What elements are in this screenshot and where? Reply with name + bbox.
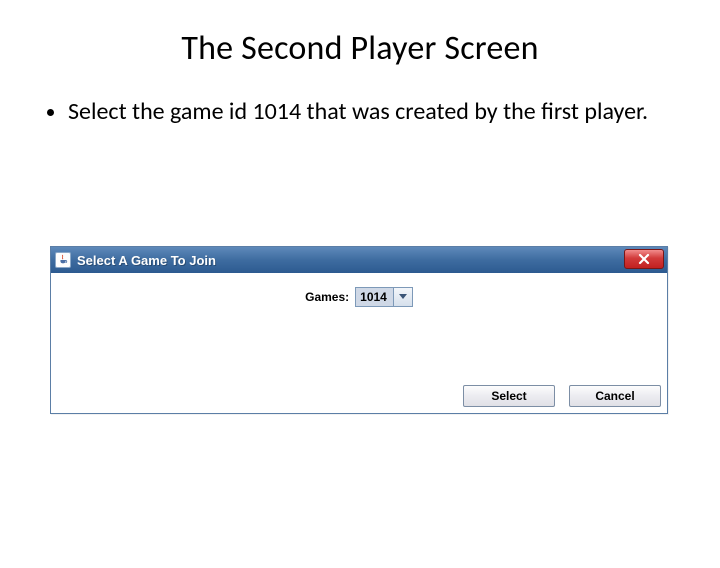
games-row: Games: 1014	[51, 287, 667, 307]
games-label: Games:	[305, 290, 349, 304]
close-button[interactable]	[624, 249, 664, 269]
slide-body: Select the game id 1014 that was created…	[40, 97, 680, 127]
close-icon	[638, 253, 650, 265]
dialog-title: Select A Game To Join	[77, 253, 216, 268]
dialog-client-area: Games: 1014 Select Cancel	[51, 273, 667, 413]
slide-title: The Second Player Screen	[0, 28, 720, 69]
cancel-button[interactable]: Cancel	[569, 385, 661, 407]
select-button[interactable]: Select	[463, 385, 555, 407]
slide-bullet: Select the game id 1014 that was created…	[68, 97, 680, 127]
games-dropdown[interactable]: 1014	[355, 287, 413, 307]
java-cup-icon	[55, 252, 71, 268]
dropdown-arrow-button[interactable]	[394, 288, 412, 306]
games-selected-value: 1014	[356, 288, 394, 306]
join-game-dialog: Select A Game To Join Games: 1014 Select…	[50, 246, 668, 414]
dialog-titlebar: Select A Game To Join	[51, 247, 667, 273]
dialog-button-bar: Select Cancel	[463, 385, 661, 407]
chevron-down-icon	[399, 294, 407, 300]
